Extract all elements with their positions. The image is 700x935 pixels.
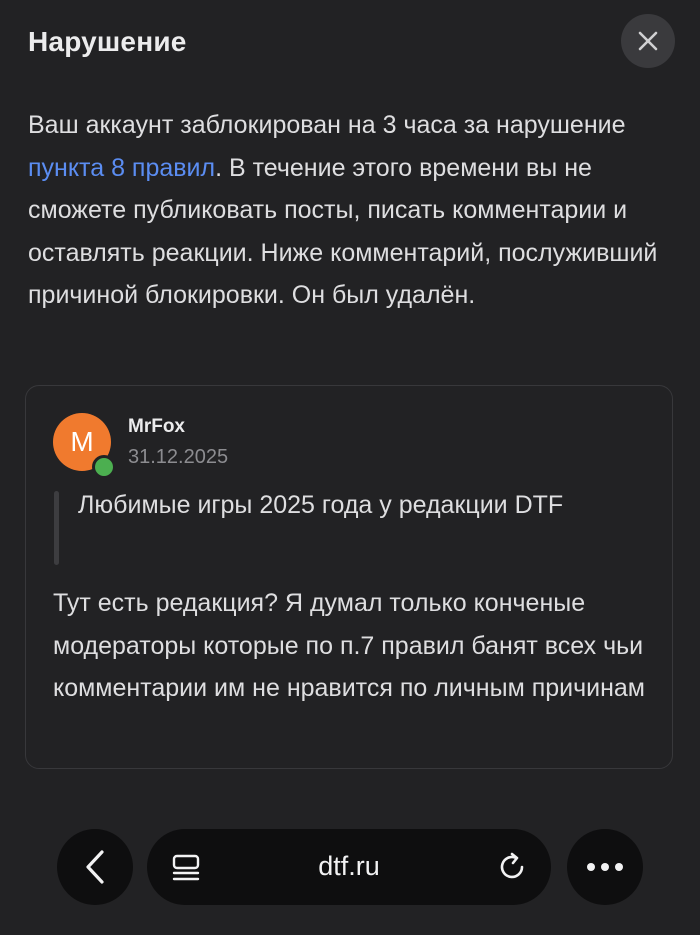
more-dots-icon <box>587 863 623 871</box>
quote-bar <box>54 491 59 565</box>
deleted-comment-card: M MrFox 31.12.2025 Любимые игры 2025 год… <box>25 385 673 769</box>
violation-dialog: Нарушение Ваш аккаунт заблокирован на 3 … <box>0 0 700 935</box>
back-button[interactable] <box>57 829 133 905</box>
comment-author[interactable]: MrFox <box>128 416 185 438</box>
ban-message: Ваш аккаунт заблокирован на 3 часа за на… <box>28 104 678 317</box>
reload-icon[interactable] <box>497 851 529 883</box>
close-icon <box>638 31 658 51</box>
comment-text: Тут есть редакция? Я думал только кончен… <box>53 589 645 702</box>
quoted-post-title[interactable]: Любимые игры 2025 года у редакции DTF <box>78 484 638 527</box>
online-status-indicator <box>92 455 116 479</box>
close-button[interactable] <box>621 14 675 68</box>
avatar-letter: M <box>70 426 94 457</box>
dialog-title: Нарушение <box>28 26 187 57</box>
comment-date: 31.12.2025 <box>128 446 229 468</box>
rules-link[interactable]: пункта 8 правил <box>28 154 215 182</box>
address-bar[interactable]: dtf.ru <box>147 829 551 905</box>
url-text[interactable]: dtf.ru <box>147 851 551 882</box>
chevron-left-icon <box>86 850 104 884</box>
ban-message-text-1: Ваш аккаунт заблокирован на 3 часа за на… <box>28 111 626 139</box>
more-button[interactable] <box>567 829 643 905</box>
